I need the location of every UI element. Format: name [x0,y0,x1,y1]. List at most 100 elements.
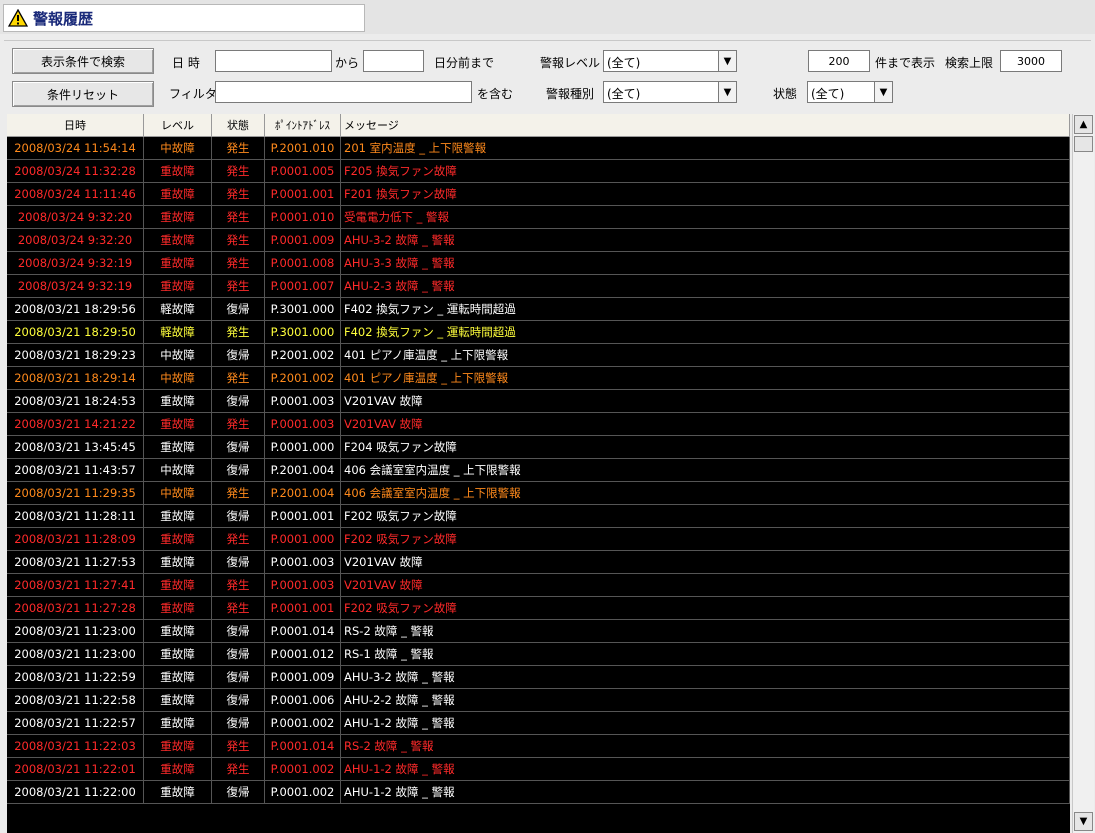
table-row[interactable]: 2008/03/21 18:29:56 軽故障 復帰 P.3001.000 F402 換… [7,298,1070,321]
cell-level: 重故障 [144,183,212,205]
table-row[interactable]: 2008/03/21 11:22:58 重故障 復帰 P.0001.006 AHU-2-… [7,689,1070,712]
cell-state: 復帰 [212,298,265,320]
table-row[interactable]: 2008/03/24 9:32:19 重故障 発生 P.0001.008 AHU-3-3… [7,252,1070,275]
reset-button[interactable]: 条件リセット [12,81,154,107]
cell-datetime: 2008/03/21 11:22:01 [7,758,144,780]
cell-datetime: 2008/03/21 11:22:58 [7,689,144,711]
from-label: から [335,56,360,70]
cell-message: AHU-3-2 故障 _ 警報 [341,229,1070,251]
scroll-thumb[interactable] [1074,136,1093,152]
cell-datetime: 2008/03/21 11:28:09 [7,528,144,550]
table-row[interactable]: 2008/03/21 11:23:00 重故障 復帰 P.0001.014 RS-2 故… [7,620,1070,643]
cell-address: P.0001.000 [265,436,341,458]
col-message-header[interactable]: メッセージ [341,114,1070,136]
col-level-header[interactable]: レベル [144,114,212,136]
table-row[interactable]: 2008/03/21 18:29:23 中故障 復帰 P.2001.002 401 ピア… [7,344,1070,367]
col-datetime-header[interactable]: 日時 [7,114,144,136]
col-state-header[interactable]: 状態 [212,114,265,136]
table-row[interactable]: 2008/03/21 11:27:28 重故障 発生 P.0001.001 F202 吸… [7,597,1070,620]
cell-state: 復帰 [212,505,265,527]
table-row[interactable]: 2008/03/21 11:28:09 重故障 発生 P.0001.000 F202 吸… [7,528,1070,551]
cell-datetime: 2008/03/21 18:29:14 [7,367,144,389]
search-button[interactable]: 表示条件で検索 [12,48,154,74]
datetime-label: 日 時 [172,56,200,70]
cell-address: P.2001.002 [265,367,341,389]
cell-address: P.0001.002 [265,758,341,780]
table-row[interactable]: 2008/03/24 9:32:19 重故障 発生 P.0001.007 AHU-2-3… [7,275,1070,298]
scroll-down-icon[interactable]: ▼ [1074,812,1093,831]
cell-datetime: 2008/03/24 11:32:28 [7,160,144,182]
limit-input[interactable]: 3000 [1000,50,1062,72]
datetime-input[interactable] [215,50,332,72]
cell-datetime: 2008/03/24 9:32:20 [7,229,144,251]
table-row[interactable]: 2008/03/21 11:29:35 中故障 発生 P.2001.004 406 会議… [7,482,1070,505]
cell-level: 中故障 [144,367,212,389]
table-row[interactable]: 2008/03/21 11:43:57 中故障 復帰 P.2001.004 406 会議… [7,459,1070,482]
table-row[interactable]: 2008/03/21 11:27:53 重故障 復帰 P.0001.003 V201VA… [7,551,1070,574]
cell-message: V201VAV 故障 [341,551,1070,573]
cell-level: 重故障 [144,666,212,688]
cell-address: P.0001.003 [265,390,341,412]
cell-level: 中故障 [144,482,212,504]
table-row[interactable]: 2008/03/24 11:54:14 中故障 発生 P.2001.010 201 室内… [7,137,1070,160]
cell-message: V201VAV 故障 [341,574,1070,596]
chevron-down-icon[interactable]: ▼ [718,82,736,102]
days-input[interactable] [363,50,424,72]
cell-address: P.0001.002 [265,781,341,803]
cell-address: P.0001.000 [265,528,341,550]
table-row[interactable]: 2008/03/21 11:22:59 重故障 復帰 P.0001.009 AHU-3-… [7,666,1070,689]
cell-address: P.0001.001 [265,183,341,205]
table-row[interactable]: 2008/03/21 11:22:00 重故障 復帰 P.0001.002 AHU-1-… [7,781,1070,804]
cell-datetime: 2008/03/21 11:29:35 [7,482,144,504]
cell-level: 重故障 [144,574,212,596]
filter-input[interactable] [215,81,472,103]
cell-level: 重故障 [144,528,212,550]
table-row[interactable]: 2008/03/21 11:22:57 重故障 復帰 P.0001.002 AHU-1-… [7,712,1070,735]
cell-datetime: 2008/03/21 18:24:53 [7,390,144,412]
table-row[interactable]: 2008/03/21 11:28:11 重故障 復帰 P.0001.001 F202 吸… [7,505,1070,528]
cell-level: 重故障 [144,505,212,527]
cell-message: F402 換気ファン _ 運転時間超過 [341,298,1070,320]
table-row[interactable]: 2008/03/24 9:32:20 重故障 発生 P.0001.010 受電電力低下 … [7,206,1070,229]
type-select[interactable]: (全て) ▼ [603,81,737,103]
table-row[interactable]: 2008/03/24 9:32:20 重故障 発生 P.0001.009 AHU-3-2… [7,229,1070,252]
level-select[interactable]: (全て) ▼ [603,50,737,72]
cell-address: P.0001.003 [265,413,341,435]
show-count-input[interactable]: 200 [808,50,870,72]
table-row[interactable]: 2008/03/21 13:45:45 重故障 復帰 P.0001.000 F204 吸… [7,436,1070,459]
cell-address: P.0001.014 [265,735,341,757]
cell-address: P.0001.003 [265,551,341,573]
state-select[interactable]: (全て) ▼ [807,81,893,103]
table-row[interactable]: 2008/03/21 11:23:00 重故障 復帰 P.0001.012 RS-1 故… [7,643,1070,666]
cell-message: F205 換気ファン故障 [341,160,1070,182]
table-row[interactable]: 2008/03/21 11:27:41 重故障 発生 P.0001.003 V201VA… [7,574,1070,597]
table-row[interactable]: 2008/03/21 14:21:22 重故障 発生 P.0001.003 V201VA… [7,413,1070,436]
cell-address: P.0001.007 [265,275,341,297]
cell-datetime: 2008/03/24 11:54:14 [7,137,144,159]
col-address-header[interactable]: ﾎﾟｲﾝﾄｱﾄﾞﾚｽ [265,114,341,136]
cell-message: RS-1 故障 _ 警報 [341,643,1070,665]
cell-address: P.2001.002 [265,344,341,366]
type-label: 警報種別 [546,87,595,101]
table-row[interactable]: 2008/03/21 11:22:01 重故障 発生 P.0001.002 AHU-1-… [7,758,1070,781]
table-row[interactable]: 2008/03/21 18:29:50 軽故障 発生 P.3001.000 F402 換… [7,321,1070,344]
cell-address: P.0001.001 [265,505,341,527]
cell-message: AHU-1-2 故障 _ 警報 [341,781,1070,803]
cell-datetime: 2008/03/21 11:43:57 [7,459,144,481]
cell-state: 発生 [212,482,265,504]
chevron-down-icon[interactable]: ▼ [718,51,736,71]
table-row[interactable]: 2008/03/24 11:11:46 重故障 発生 P.0001.001 F201 換… [7,183,1070,206]
chevron-down-icon[interactable]: ▼ [874,82,892,102]
table-header: 日時 レベル 状態 ﾎﾟｲﾝﾄｱﾄﾞﾚｽ メッセージ [7,114,1070,137]
scroll-up-icon[interactable]: ▲ [1074,115,1093,134]
table-row[interactable]: 2008/03/21 18:24:53 重故障 復帰 P.0001.003 V201VA… [7,390,1070,413]
table-row[interactable]: 2008/03/24 11:32:28 重故障 発生 P.0001.005 F205 換… [7,160,1070,183]
table-row[interactable]: 2008/03/21 11:22:03 重故障 発生 P.0001.014 RS-2 故… [7,735,1070,758]
vertical-scrollbar[interactable]: ▲ ▼ [1072,114,1094,833]
cell-message: AHU-3-2 故障 _ 警報 [341,666,1070,688]
table-row[interactable]: 2008/03/21 18:29:14 中故障 発生 P.2001.002 401 ピア… [7,367,1070,390]
contains-label: を含む [477,87,514,101]
cell-level: 重故障 [144,275,212,297]
cell-datetime: 2008/03/21 11:22:57 [7,712,144,734]
cell-message: AHU-3-3 故障 _ 警報 [341,252,1070,274]
